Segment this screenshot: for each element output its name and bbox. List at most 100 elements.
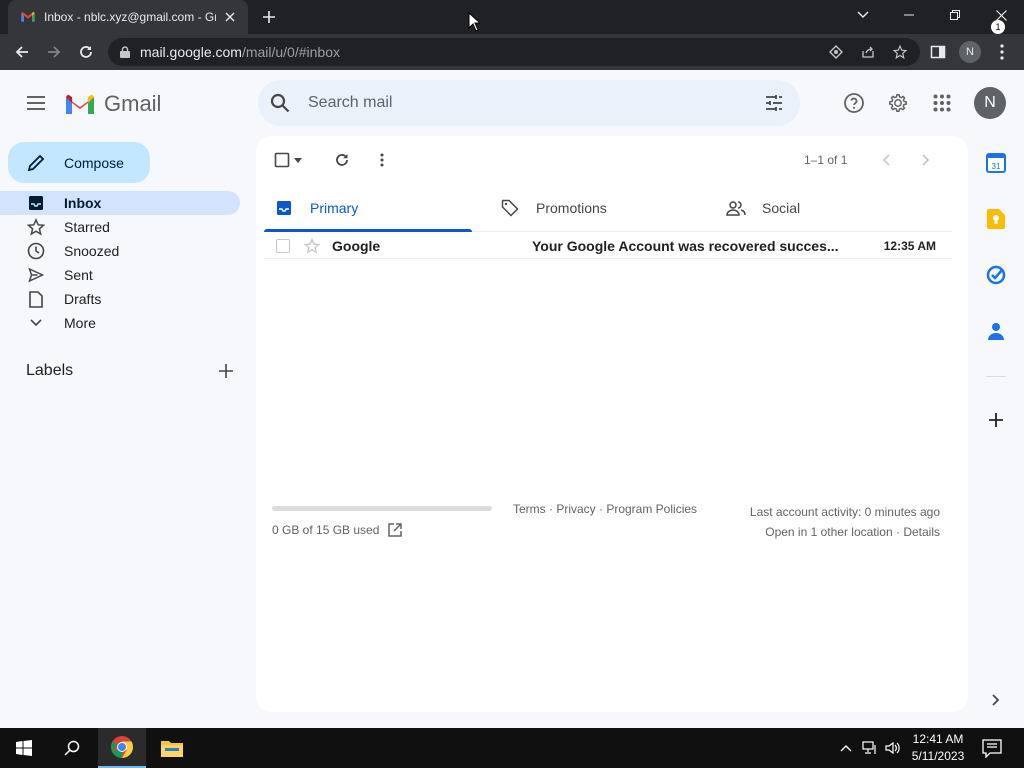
- browser-profile-avatar[interactable]: N: [959, 41, 981, 63]
- file-explorer-icon[interactable]: [148, 728, 196, 768]
- show-side-panel-icon[interactable]: [986, 690, 1006, 710]
- network-icon[interactable]: [862, 740, 878, 756]
- taskbar-clock[interactable]: 12:41 AM 5/11/2023: [900, 731, 976, 765]
- clock-time: 12:41 AM: [912, 732, 964, 746]
- help-icon[interactable]: [842, 91, 866, 115]
- tab-label: Promotions: [536, 200, 607, 216]
- gmail-logo-text: Gmail: [104, 91, 162, 116]
- inbox-icon: [274, 198, 294, 218]
- keep-icon[interactable]: [986, 209, 1006, 229]
- add-label-icon[interactable]: [216, 361, 236, 381]
- people-icon: [726, 198, 746, 218]
- more-actions-icon[interactable]: [372, 150, 392, 170]
- table-row[interactable]: Google Your Google Account was recovered…: [264, 233, 952, 259]
- account-avatar[interactable]: N: [974, 87, 1006, 119]
- other-location-link[interactable]: Open in 1 other location · Details: [750, 522, 940, 542]
- add-addon-icon[interactable]: [986, 410, 1006, 430]
- contacts-icon[interactable]: [986, 321, 1006, 341]
- volume-icon[interactable]: [885, 740, 901, 756]
- share-icon[interactable]: [860, 44, 876, 60]
- compose-button[interactable]: Compose: [8, 142, 150, 183]
- address-bar[interactable]: mail.google.com/mail/u/0/#inbox: [108, 38, 920, 66]
- tab-search-icon[interactable]: [840, 0, 886, 30]
- show-hidden-icons-icon[interactable]: [838, 740, 854, 756]
- settings-gear-icon[interactable]: [886, 91, 910, 115]
- storage-text: 0 GB of 15 GB used: [272, 523, 380, 537]
- clock-icon: [26, 241, 46, 261]
- star-icon: [26, 217, 46, 237]
- svg-text:31: 31: [992, 162, 1001, 171]
- chevron-down-icon: [26, 313, 46, 333]
- pencil-icon: [26, 153, 46, 173]
- gmail-logo[interactable]: Gmail: [64, 91, 161, 117]
- email-subject: Your Google Account was recovered succes…: [532, 237, 839, 254]
- select-dropdown-icon[interactable]: [292, 150, 304, 170]
- side-panel-icon[interactable]: [926, 40, 950, 64]
- last-activity-text: Last account activity: 0 minutes ago: [749, 505, 940, 519]
- browser-tab-strip: Inbox - nblc.xyz@gmail.com - Gmail: [0, 0, 1024, 34]
- open-external-icon[interactable]: [387, 522, 403, 538]
- apps-grid-icon[interactable]: [930, 91, 954, 115]
- minimize-button[interactable]: [886, 0, 932, 30]
- labels-section-header: Labels: [26, 361, 236, 381]
- mouse-cursor-icon: [468, 12, 480, 32]
- sidebar-item-label: Snoozed: [64, 243, 120, 259]
- sidebar-item-more[interactable]: More: [0, 311, 240, 335]
- restore-button[interactable]: [932, 0, 978, 30]
- sidebar-item-drafts[interactable]: Drafts: [0, 287, 240, 311]
- tab-close-icon[interactable]: [222, 9, 238, 25]
- windows-start-icon[interactable]: [0, 728, 48, 768]
- new-tab-button[interactable]: [258, 7, 280, 27]
- sidebar-item-starred[interactable]: Starred: [0, 215, 240, 239]
- tab-label: Social: [762, 200, 801, 216]
- draft-icon: [26, 289, 46, 309]
- reload-button[interactable]: [74, 40, 98, 64]
- chrome-taskbar-icon[interactable]: [98, 728, 146, 768]
- tab-label: Primary: [310, 200, 359, 216]
- gmail-favicon-icon: [20, 9, 36, 25]
- search-bar[interactable]: [258, 80, 800, 126]
- sidebar-item-inbox[interactable]: Inbox: [0, 191, 240, 215]
- main-menu-icon[interactable]: [24, 91, 48, 115]
- newer-page-icon[interactable]: [876, 150, 896, 170]
- sidebar-item-label: More: [64, 315, 96, 331]
- select-all-checkbox[interactable]: [272, 150, 292, 170]
- category-tabs: Primary Promotions Social: [264, 184, 952, 232]
- tasks-icon[interactable]: [986, 265, 1006, 285]
- sidebar-item-sent[interactable]: Sent: [0, 263, 240, 287]
- sidebar-item-label: Drafts: [64, 291, 102, 307]
- calendar-icon[interactable]: 31: [986, 153, 1006, 173]
- star-icon[interactable]: [304, 237, 320, 254]
- labels-title: Labels: [26, 362, 74, 379]
- side-panel-divider: [986, 376, 1006, 377]
- tab-promotions[interactable]: Promotions: [490, 184, 698, 232]
- sidebar-item-label: Sent: [64, 267, 93, 283]
- lock-icon[interactable]: [120, 46, 130, 58]
- search-icon[interactable]: [270, 93, 290, 113]
- browser-menu-icon[interactable]: [990, 40, 1014, 64]
- tag-icon: [500, 198, 520, 218]
- clock-date: 5/11/2023: [911, 749, 965, 763]
- tab-social[interactable]: Social: [716, 184, 924, 232]
- older-page-icon[interactable]: [916, 150, 936, 170]
- taskbar-search-icon[interactable]: [48, 728, 96, 768]
- install-app-icon[interactable]: [828, 44, 844, 60]
- email-checkbox[interactable]: [276, 238, 290, 253]
- forward-button[interactable]: [42, 40, 66, 64]
- email-sender: Google: [332, 237, 381, 254]
- footer-links[interactable]: Terms · Privacy · Program Policies: [513, 502, 697, 516]
- browser-toolbar: mail.google.com/mail/u/0/#inbox N: [0, 34, 1024, 70]
- windows-taskbar: 12:41 AM 5/11/2023: [0, 728, 1024, 768]
- url-text: mail.google.com/mail/u/0/#inbox: [140, 44, 340, 60]
- browser-tab[interactable]: Inbox - nblc.xyz@gmail.com - Gmail: [8, 0, 248, 34]
- sidebar-nav: Inbox Starred Snoozed Sent Drafts More: [0, 191, 240, 335]
- refresh-icon[interactable]: [332, 150, 352, 170]
- search-input[interactable]: [308, 94, 748, 112]
- sidebar-item-snoozed[interactable]: Snoozed: [0, 239, 240, 263]
- search-options-icon[interactable]: [764, 93, 784, 113]
- tab-primary[interactable]: Primary: [264, 184, 472, 232]
- back-button[interactable]: [10, 40, 34, 64]
- notification-center-icon[interactable]: [982, 738, 1002, 758]
- storage-usage-bar: [272, 506, 492, 511]
- bookmark-star-icon[interactable]: [892, 44, 908, 60]
